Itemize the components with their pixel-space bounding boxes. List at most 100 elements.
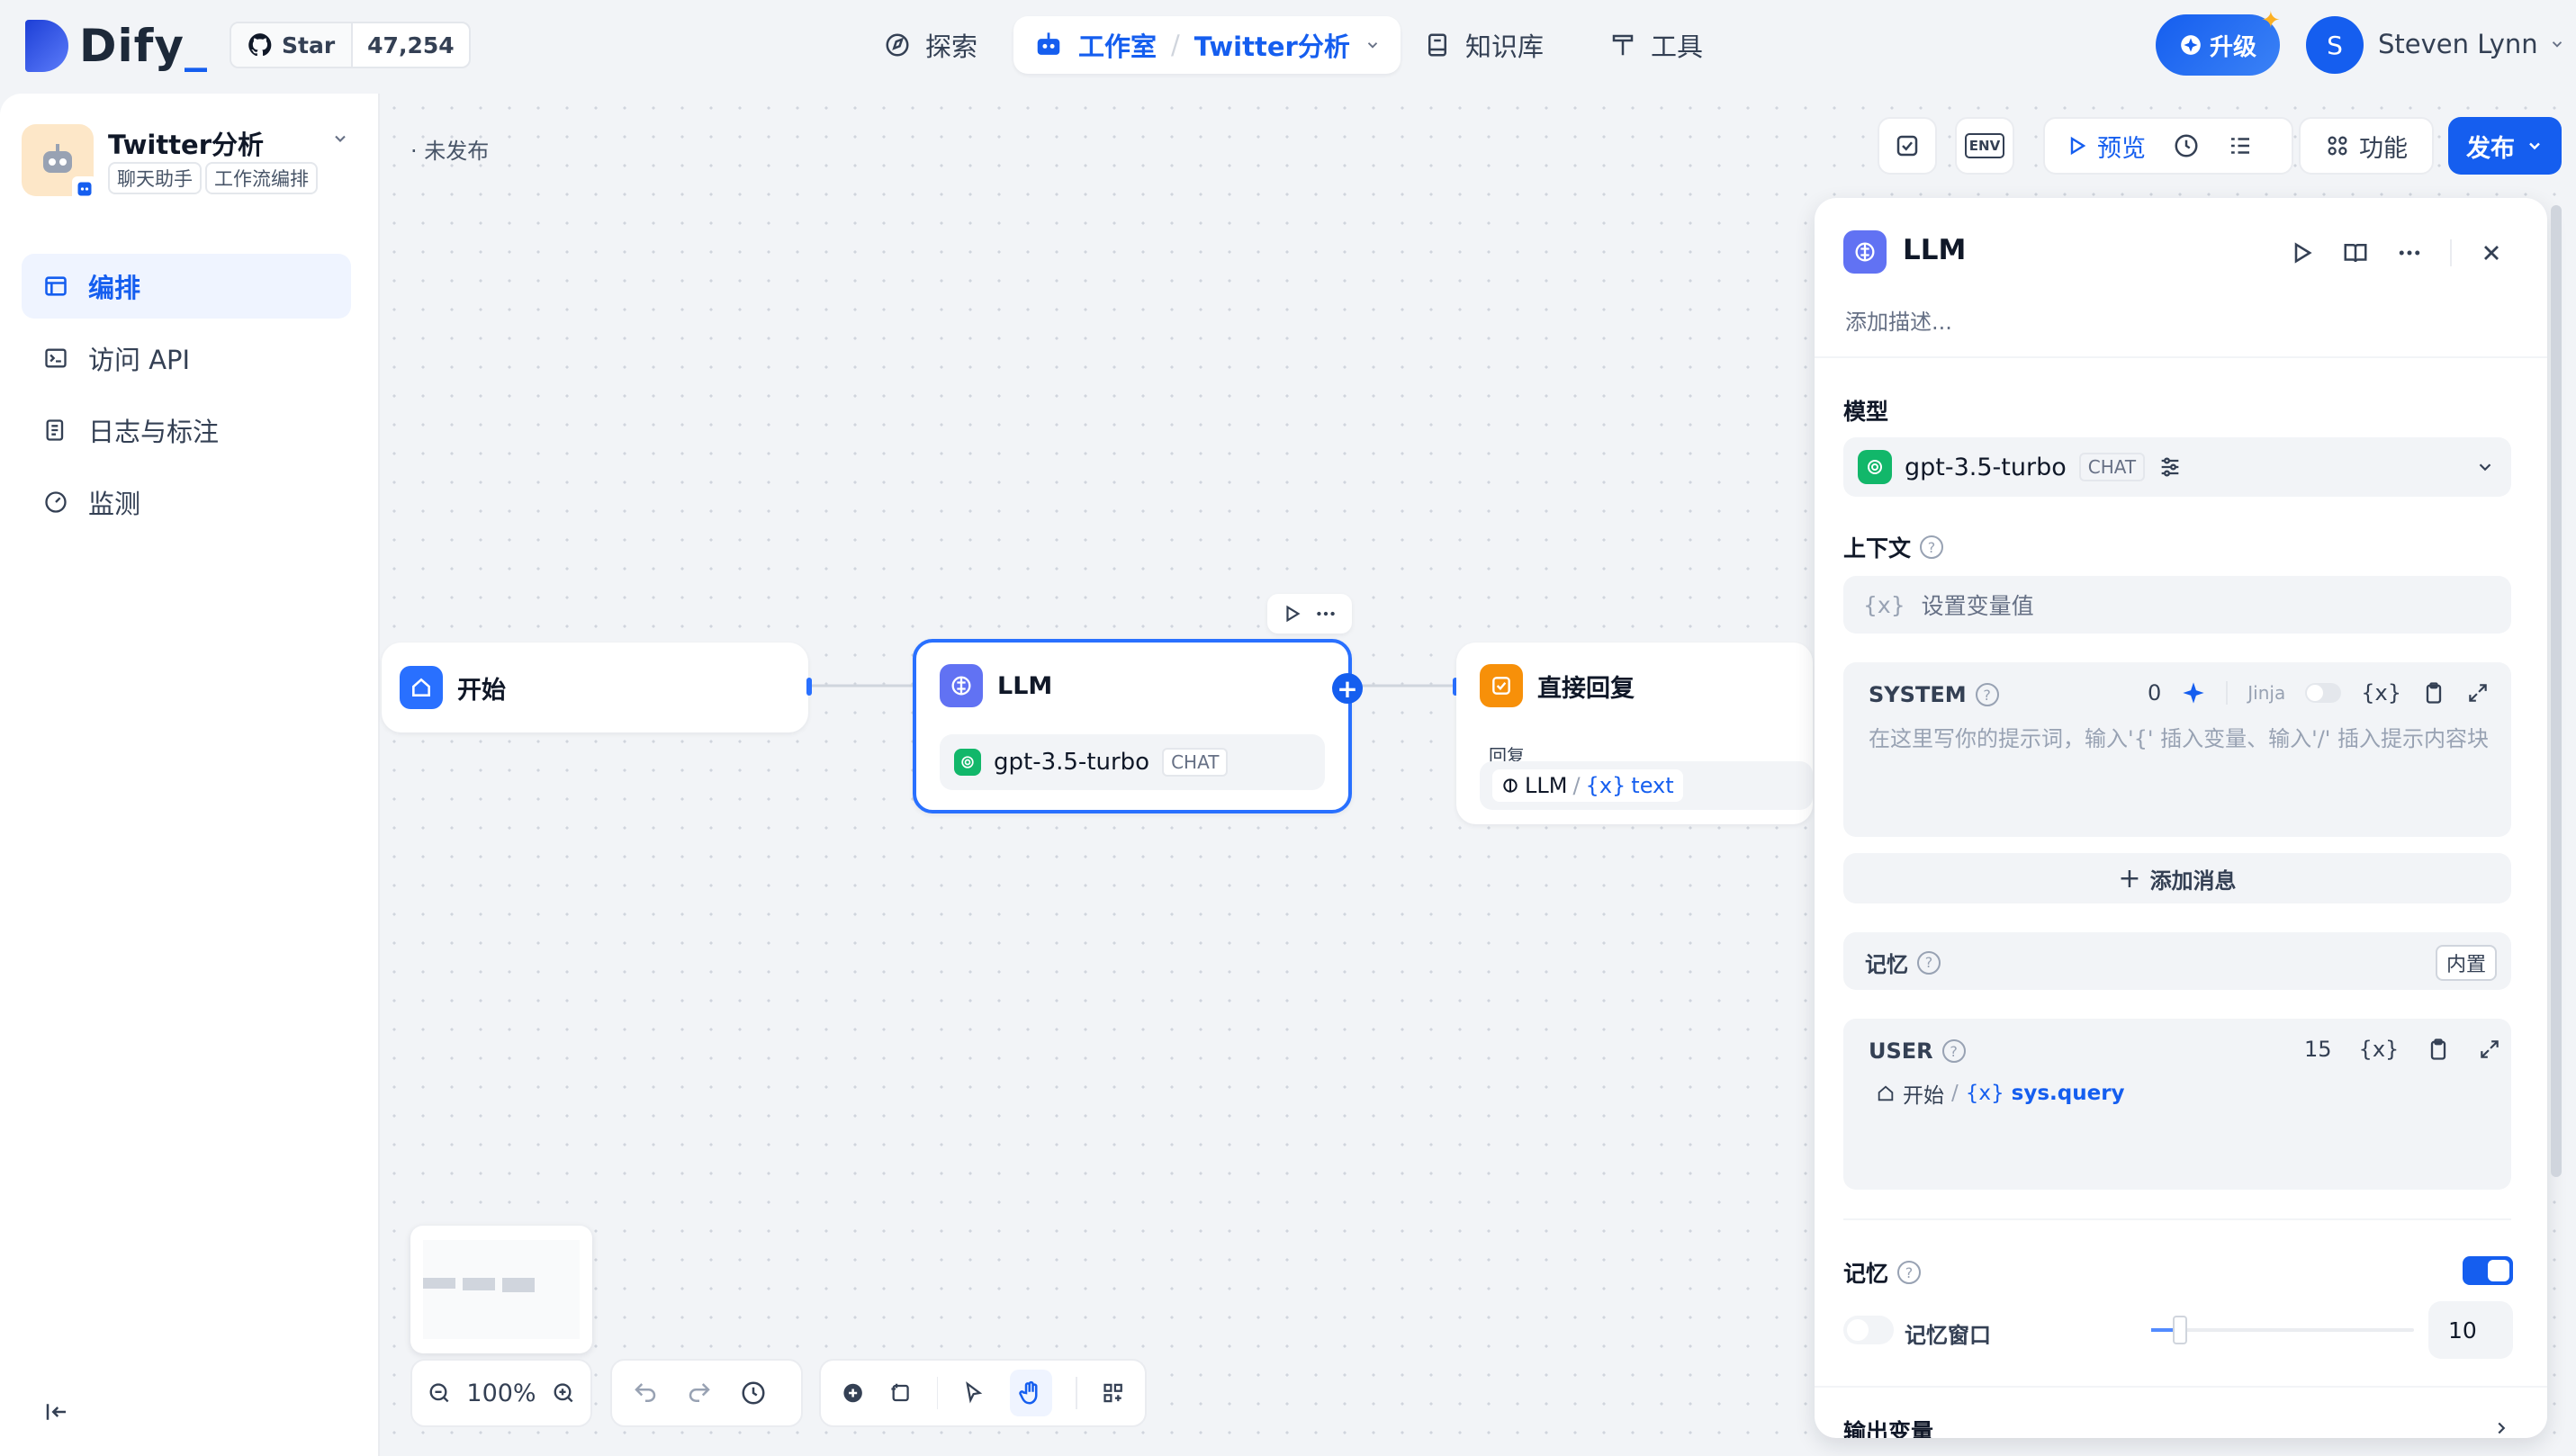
user-query-variable: 开始 / {x} sys.query bbox=[1876, 1078, 2125, 1109]
undo-icon[interactable] bbox=[632, 1380, 659, 1407]
user-var-node: 开始 bbox=[1903, 1084, 1944, 1108]
jinja-toggle[interactable] bbox=[2305, 683, 2342, 703]
book-open-icon[interactable] bbox=[2342, 239, 2369, 266]
memory-window-slider[interactable] bbox=[2151, 1316, 2414, 1344]
clipboard-icon[interactable] bbox=[2426, 1037, 2451, 1062]
insert-variable-icon[interactable]: {x} bbox=[2361, 680, 2401, 706]
add-node-icon[interactable] bbox=[841, 1380, 865, 1407]
sidebar-item-api[interactable]: 访问 API bbox=[22, 326, 351, 391]
llm-node-title: LLM bbox=[997, 671, 1053, 700]
dify-logo[interactable]: Dify_ bbox=[25, 20, 208, 72]
system-prompt-editor[interactable]: SYSTEM ? 0 Jinja {x} 在这里写你的提示词，输入'{' 插入变… bbox=[1843, 662, 2511, 837]
sidebar-item-monitor[interactable]: 监测 bbox=[22, 470, 351, 535]
more-icon[interactable] bbox=[1314, 602, 1338, 625]
start-output-handle[interactable] bbox=[806, 678, 812, 696]
current-app-name[interactable]: Twitter分析 bbox=[1194, 26, 1350, 64]
chevron-right-icon[interactable] bbox=[2491, 1418, 2511, 1438]
sparkle-icon[interactable] bbox=[2181, 680, 2206, 706]
user-menu[interactable]: Steven Lynn bbox=[2378, 29, 2565, 59]
slider-thumb[interactable] bbox=[2173, 1316, 2187, 1344]
help-icon[interactable]: ? bbox=[1941, 1039, 1966, 1063]
add-node-plus-icon[interactable]: + bbox=[1332, 673, 1363, 704]
system-char-count: 0 bbox=[2148, 680, 2162, 706]
pointer-icon[interactable] bbox=[961, 1380, 986, 1407]
github-star-button[interactable]: Star 47,254 bbox=[230, 22, 471, 68]
zoom-in-icon[interactable] bbox=[551, 1380, 576, 1407]
compass-icon bbox=[886, 33, 909, 57]
avatar[interactable]: S bbox=[2306, 16, 2364, 74]
env-button[interactable]: ENV bbox=[1955, 117, 2014, 175]
sparkle-icon bbox=[2181, 35, 2201, 55]
add-message-button[interactable]: + 添加消息 bbox=[1843, 853, 2511, 903]
play-icon[interactable] bbox=[2290, 240, 2315, 265]
nav-tools-label: 工具 bbox=[1651, 31, 1704, 62]
play-icon bbox=[2070, 136, 2086, 156]
answer-node[interactable]: 直接回复 回复 LLM / {x} text bbox=[1456, 643, 1813, 824]
start-node[interactable]: 开始 bbox=[382, 643, 808, 732]
help-icon[interactable]: ? bbox=[1917, 950, 1941, 975]
play-icon[interactable] bbox=[1283, 604, 1302, 624]
zoom-controls: 100% bbox=[410, 1359, 592, 1427]
node-action-bar bbox=[1267, 594, 1352, 634]
memory-window-input[interactable]: 10 bbox=[2428, 1301, 2513, 1359]
nav-knowledge[interactable]: 知识库 bbox=[1404, 16, 1563, 74]
checklist-button[interactable] bbox=[1878, 117, 1937, 175]
model-selector[interactable]: gpt-3.5-turbo CHAT bbox=[1843, 437, 2511, 497]
history-icon[interactable] bbox=[2173, 132, 2200, 159]
hand-tool-button[interactable] bbox=[1009, 1370, 1052, 1416]
help-icon[interactable]: ? bbox=[1975, 683, 1999, 706]
expand-icon[interactable] bbox=[2466, 681, 2490, 705]
expand-icon[interactable] bbox=[2478, 1038, 2501, 1061]
nav-explore[interactable]: 探索 bbox=[864, 16, 997, 74]
features-button[interactable]: 功能 bbox=[2299, 117, 2434, 175]
preview-button[interactable]: 预览 bbox=[2067, 129, 2146, 164]
memory-window-toggle[interactable] bbox=[1843, 1316, 1894, 1344]
output-variables-label[interactable]: 输出变量 bbox=[1843, 1415, 1933, 1438]
settings-sliders-icon[interactable] bbox=[2157, 454, 2183, 480]
help-icon[interactable]: ? bbox=[1897, 1261, 1922, 1284]
app-menu-chevron-icon[interactable] bbox=[331, 130, 349, 148]
panel-title[interactable]: LLM bbox=[1903, 234, 1966, 266]
panel-scrollbar[interactable] bbox=[2551, 205, 2562, 1177]
context-variable-input[interactable]: {x} 设置变量值 bbox=[1843, 576, 2511, 634]
zoom-level[interactable]: 100% bbox=[466, 1380, 536, 1407]
system-prompt-placeholder: 在这里写你的提示词，输入'{' 插入变量、输入'/' 插入提示内容块 bbox=[1869, 726, 2490, 751]
more-icon[interactable] bbox=[2396, 239, 2423, 266]
user-prompt-editor[interactable]: USER ? 15 {x} 开始 / {x} sys.query bbox=[1843, 1019, 2511, 1190]
answer-node-title: 直接回复 bbox=[1537, 674, 1635, 703]
nav-tools[interactable]: 工具 bbox=[1590, 16, 1723, 74]
app-type-tag: 聊天助手 bbox=[108, 162, 202, 194]
openai-icon bbox=[1858, 450, 1892, 484]
publish-button[interactable]: 发布 bbox=[2448, 117, 2562, 175]
reply-var-name: text bbox=[1631, 773, 1674, 798]
workflow-badge-icon bbox=[72, 176, 97, 202]
organize-icon[interactable] bbox=[1101, 1380, 1125, 1407]
user-char-count: 15 bbox=[2304, 1037, 2332, 1062]
sidebar-item-orchestrate[interactable]: 编排 bbox=[22, 254, 351, 319]
zoom-out-icon[interactable] bbox=[427, 1380, 452, 1407]
help-icon[interactable]: ? bbox=[1920, 535, 1944, 559]
nav-studio-label: 工作室 bbox=[1078, 31, 1157, 62]
clipboard-icon[interactable] bbox=[2421, 680, 2446, 706]
context-placeholder: 设置变量值 bbox=[1921, 593, 2034, 619]
layout-icon bbox=[45, 276, 67, 296]
add-message-label: 添加消息 bbox=[2149, 867, 2237, 894]
close-icon[interactable] bbox=[2479, 240, 2504, 265]
history-icon[interactable] bbox=[740, 1380, 767, 1407]
add-note-icon[interactable] bbox=[888, 1380, 913, 1407]
hand-icon bbox=[1019, 1380, 1038, 1405]
minimap[interactable] bbox=[410, 1226, 592, 1353]
memory-toggle[interactable] bbox=[2463, 1256, 2513, 1285]
nav-studio[interactable]: 工作室 / Twitter分析 bbox=[1013, 16, 1401, 74]
description-input[interactable]: 添加描述... bbox=[1845, 304, 1952, 336]
llm-node[interactable]: LLM gpt-3.5-turbo CHAT bbox=[913, 639, 1352, 813]
builtin-memory-row: 记忆 ? 内置 bbox=[1843, 932, 2511, 990]
memory-label: 记忆 bbox=[1843, 1261, 1889, 1287]
list-check-icon[interactable] bbox=[2227, 132, 2254, 159]
upgrade-label: 升级 bbox=[2209, 33, 2256, 61]
insert-variable-icon[interactable]: {x} bbox=[2359, 1037, 2400, 1062]
book-icon bbox=[1428, 33, 1446, 57]
sidebar-item-logs[interactable]: 日志与标注 bbox=[22, 398, 351, 463]
redo-icon[interactable] bbox=[686, 1380, 713, 1407]
collapse-sidebar-icon[interactable] bbox=[43, 1398, 70, 1425]
